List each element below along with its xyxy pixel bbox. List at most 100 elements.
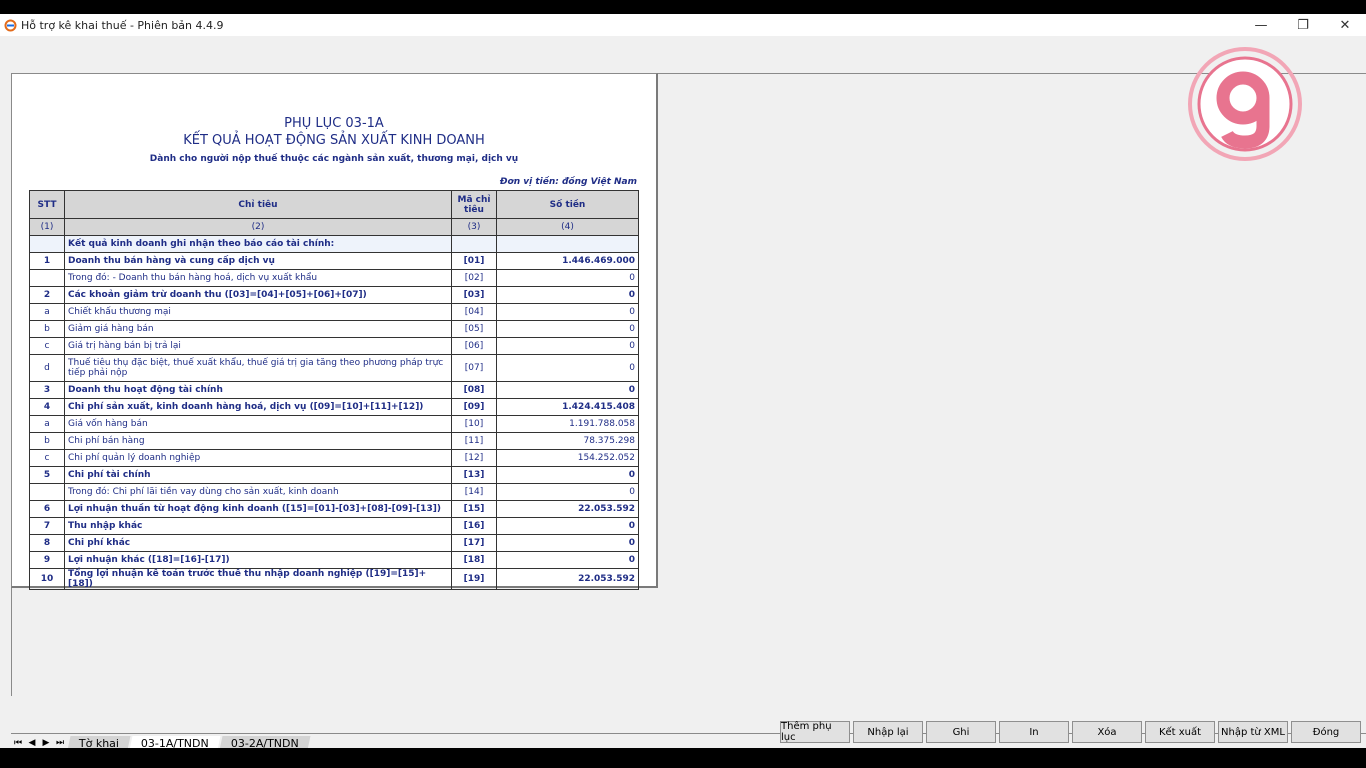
row-label: Tổng lợi nhuận kế toán trước thuế thu nh… <box>64 568 452 590</box>
row-label: Chiết khấu thương mại <box>64 303 452 321</box>
row-label: Các khoản giảm trừ doanh thu ([03]=[04]+… <box>64 286 452 304</box>
row-stt: 10 <box>29 568 65 590</box>
top-black-bar <box>0 0 1366 14</box>
row-label: Chi phí bán hàng <box>64 432 452 450</box>
row-code: [01] <box>451 252 497 270</box>
row-label: Doanh thu bán hàng và cung cấp dịch vụ <box>64 252 452 270</box>
prev-sheet-button[interactable]: ◀ <box>25 738 39 748</box>
row-label: Chi phí quản lý doanh nghiệp <box>64 449 452 467</box>
table-row: Trong đó: - Doanh thu bán hàng hoá, dịch… <box>29 269 639 287</box>
column-number: (4) <box>496 218 639 236</box>
row-label: Lợi nhuận khác ([18]=[16]-[17]) <box>64 551 452 569</box>
row-label: Thuế tiêu thụ đặc biệt, thuế xuất khẩu, … <box>64 354 452 382</box>
column-header-stt: STT <box>29 190 65 219</box>
table-header-row: STT Chỉ tiêu Mã chỉ tiêu Số tiền <box>29 190 639 219</box>
minimize-button[interactable]: — <box>1240 14 1282 36</box>
row-amount-input[interactable]: 0 <box>496 303 639 321</box>
window-titlebar: Hỗ trợ kê khai thuế - Phiên bản 4.4.9 — … <box>0 14 1366 36</box>
row-label: Chi phí tài chính <box>64 466 452 484</box>
table-row: 6 Lợi nhuận thuần từ hoạt động kinh doanh… <box>29 500 639 518</box>
row-amount-input[interactable]: 154.252.052 <box>496 449 639 467</box>
watermark-logo <box>1187 46 1303 162</box>
delete-button[interactable]: Xóa <box>1072 721 1142 743</box>
row-label: Trong đó: - Doanh thu bán hàng hoá, dịch… <box>64 269 452 287</box>
row-amount-input[interactable]: 0 <box>496 466 639 484</box>
row-label: Thu nhập khác <box>64 517 452 535</box>
table-row: 3 Doanh thu hoạt động tài chính [08] 0 <box>29 381 639 399</box>
row-amount-input[interactable]: 22.053.592 <box>496 568 639 590</box>
row-code: [12] <box>451 449 497 467</box>
import-xml-button[interactable]: Nhập từ XML <box>1218 721 1288 743</box>
row-code: [15] <box>451 500 497 518</box>
reset-button[interactable]: Nhập lại <box>853 721 923 743</box>
row-code: [03] <box>451 286 497 304</box>
row-amount-input[interactable]: 1.446.469.000 <box>496 252 639 270</box>
row-stt <box>29 269 65 287</box>
row-code: [17] <box>451 534 497 552</box>
save-button[interactable]: Ghi <box>926 721 996 743</box>
row-stt: a <box>29 415 65 433</box>
row-amount-input[interactable]: 0 <box>496 551 639 569</box>
table-row: 4 Chi phí sản xuất, kinh doanh hàng hoá, … <box>29 398 639 416</box>
row-label: Trong đó: Chi phí lãi tiền vay dùng cho … <box>64 483 452 501</box>
column-number: (1) <box>29 218 65 236</box>
row-code: [11] <box>451 432 497 450</box>
row-code: [16] <box>451 517 497 535</box>
row-amount-input[interactable]: 0 <box>496 269 639 287</box>
row-code: [19] <box>451 568 497 590</box>
table-row: 1 Doanh thu bán hàng và cung cấp dịch vụ[… <box>29 252 639 270</box>
close-button[interactable]: ✕ <box>1324 14 1366 36</box>
column-number: (2) <box>64 218 452 236</box>
row-label: Giá vốn hàng bán <box>64 415 452 433</box>
row-amount-input[interactable]: 0 <box>496 381 639 399</box>
close-form-button[interactable]: Đóng <box>1291 721 1361 743</box>
row-label: Giá trị hàng bán bị trả lại <box>64 337 452 355</box>
row-stt: 1 <box>29 252 65 270</box>
table-row: Trong đó: Chi phí lãi tiền vay dùng cho … <box>29 483 639 501</box>
section-stt <box>29 235 65 253</box>
row-code: [02] <box>451 269 497 287</box>
table-row: 9 Lợi nhuận khác ([18]=[16]-[17]) [18] 0 <box>29 551 639 569</box>
row-stt: 6 <box>29 500 65 518</box>
last-sheet-button[interactable]: ⏭ <box>53 738 67 748</box>
row-label: Doanh thu hoạt động tài chính <box>64 381 452 399</box>
section-row: Kết quả kinh doanh ghi nhận theo báo cáo… <box>29 235 639 253</box>
maximize-button[interactable]: ❐ <box>1282 14 1324 36</box>
row-amount-input[interactable]: 0 <box>496 517 639 535</box>
row-stt: 9 <box>29 551 65 569</box>
row-amount-input[interactable]: 0 <box>496 320 639 338</box>
export-button[interactable]: Kết xuất <box>1145 721 1215 743</box>
column-number-row: (1) (2) (3) (4) <box>29 218 639 236</box>
row-amount-input[interactable]: 22.053.592 <box>496 500 639 518</box>
row-amount-input[interactable]: 0 <box>496 483 639 501</box>
row-code: [14] <box>451 483 497 501</box>
row-amount-input[interactable]: 1.191.788.058 <box>496 415 639 433</box>
print-button[interactable]: In <box>999 721 1069 743</box>
section-code <box>451 235 497 253</box>
row-amount-input[interactable]: 1.424.415.408 <box>496 398 639 416</box>
table-row: b Giảm giá hàng bán [05] 0 <box>29 320 639 338</box>
row-code: [06] <box>451 337 497 355</box>
table-row: c Giá trị hàng bán bị trả lại [06] 0 <box>29 337 639 355</box>
next-sheet-button[interactable]: ▶ <box>39 738 53 748</box>
row-code: [18] <box>451 551 497 569</box>
row-amount-input[interactable]: 0 <box>496 337 639 355</box>
report-panel: PHỤ LỤC 03-1A KẾT QUẢ HOẠT ĐỘNG SẢN XUẤT… <box>11 73 658 590</box>
table-row: 2 Các khoản giảm trừ doanh thu ([03]=[04]… <box>29 286 639 304</box>
row-stt: b <box>29 432 65 450</box>
add-appendix-button[interactable]: Thêm phụ lục <box>780 721 850 743</box>
action-button-bar: Thêm phụ lục Nhập lại Ghi In Xóa Kết xuấ… <box>780 721 1361 743</box>
row-amount-input[interactable]: 78.375.298 <box>496 432 639 450</box>
bottom-black-bar <box>0 748 1366 768</box>
row-amount-input[interactable]: 0 <box>496 534 639 552</box>
row-code: [13] <box>451 466 497 484</box>
report-subtitle: Dành cho người nộp thuế thuộc các ngành … <box>149 154 519 164</box>
row-amount-input[interactable]: 0 <box>496 286 639 304</box>
app-icon <box>3 18 17 32</box>
table-row: 8 Chi phí khác [17] 0 <box>29 534 639 552</box>
row-stt: 3 <box>29 381 65 399</box>
row-stt: 8 <box>29 534 65 552</box>
report-heading: PHỤ LỤC 03-1A <box>284 116 384 131</box>
first-sheet-button[interactable]: ⏮ <box>11 738 25 748</box>
row-amount-input[interactable]: 0 <box>496 354 639 382</box>
